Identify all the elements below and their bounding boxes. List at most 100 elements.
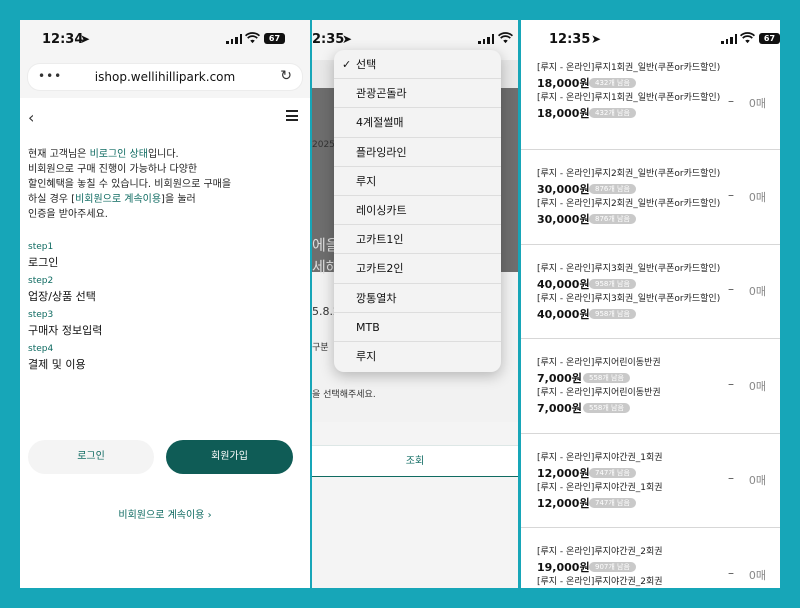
product-select-screen: 2:35 ➤ 2025. 에을 세해 5.8.2 구분 을 선택해주세요. 조회… bbox=[312, 20, 518, 588]
signal-icon bbox=[478, 34, 494, 44]
remaining-badge: 958개 남음 bbox=[589, 308, 636, 319]
quantity-value: 0매 bbox=[748, 96, 766, 110]
option-label: 깡통열차 bbox=[356, 291, 397, 305]
step-number: step2 bbox=[28, 276, 54, 286]
hamburger-menu-icon[interactable] bbox=[286, 110, 298, 121]
option-label: 관광곤돌라 bbox=[356, 87, 407, 101]
dropdown-option[interactable]: 4계절썰매 bbox=[334, 108, 501, 138]
decrease-button[interactable]: – bbox=[728, 94, 734, 108]
category-label: 구분 bbox=[312, 343, 329, 353]
dropdown-option[interactable]: 관광곤돌라 bbox=[334, 79, 501, 109]
battery-icon: 67 bbox=[264, 33, 285, 44]
ticket-name: [루지 - 온라인]루지어린이동반권 bbox=[537, 358, 661, 369]
step-label: 로그인 bbox=[28, 256, 59, 269]
ticket-name: [루지 - 온라인]루지야간권_1회권 bbox=[537, 452, 663, 463]
remaining-badge: 558개 남음 bbox=[583, 373, 630, 384]
remaining-badge: 876개 남음 bbox=[589, 184, 636, 195]
remaining-badge: 558개 남음 bbox=[583, 403, 630, 414]
signal-icon bbox=[721, 34, 737, 44]
step-label: 업장/상품 선택 bbox=[28, 290, 96, 303]
dropdown-option[interactable]: MTB bbox=[334, 313, 501, 342]
ticket-item: [루지 - 온라인]루지1회권_일반(쿠폰or카드할인) 18,000원 432… bbox=[521, 56, 780, 151]
status-bar: 12:34 ➤ 67 bbox=[20, 20, 310, 60]
step-4: step4 결제 및 이용 bbox=[28, 344, 86, 372]
step-label: 구매자 정보입력 bbox=[28, 324, 103, 337]
dropdown-option[interactable]: 고카트2인 bbox=[334, 254, 501, 284]
decrease-button[interactable]: – bbox=[728, 188, 734, 202]
signup-button[interactable]: 회원가입 bbox=[166, 440, 293, 474]
back-chevron-icon[interactable]: ‹ bbox=[28, 108, 34, 127]
login-screen: 12:34 ➤ 67 ••• ishop.wellihillipark.com … bbox=[20, 20, 310, 588]
reload-icon[interactable]: ↻ bbox=[280, 68, 292, 84]
dropdown-option[interactable]: 깡통열차 bbox=[334, 284, 501, 313]
option-label: 선택 bbox=[356, 58, 377, 71]
step-number: step1 bbox=[28, 242, 54, 252]
ticket-price: 40,000원 bbox=[537, 307, 590, 321]
quantity-value: 0매 bbox=[748, 569, 766, 583]
ticket-name: [루지 - 온라인]루지2회권_일반(쿠폰or카드할인) bbox=[537, 169, 721, 180]
notice-text: 입니다. bbox=[147, 149, 179, 160]
ticket-item: [루지 - 온라인]루지야간권_2회권 19,000원 907개 남음 [루지 … bbox=[521, 528, 780, 588]
decrease-button[interactable]: – bbox=[728, 282, 734, 296]
dropdown-option[interactable]: 루지 bbox=[334, 167, 501, 196]
ticket-price: 12,000원 bbox=[537, 496, 590, 510]
ticket-name: [루지 - 온라인]루지3회권_일반(쿠폰or카드할인) bbox=[537, 263, 721, 274]
remaining-badge: 958개 남음 bbox=[589, 278, 636, 289]
signal-icon bbox=[226, 34, 242, 44]
checkmark-icon: ✓ bbox=[342, 58, 352, 71]
dropdown-option[interactable]: ✓ 선택 bbox=[334, 50, 501, 80]
remaining-badge: 747개 남음 bbox=[589, 467, 636, 478]
step-3: step3 구매자 정보입력 bbox=[28, 310, 102, 338]
ticket-name: [루지 - 온라인]루지1회권_일반(쿠폰or카드할인) bbox=[537, 63, 721, 73]
address-bar[interactable]: ••• ishop.wellihillipark.com ↻ bbox=[28, 64, 302, 90]
decrease-button[interactable]: – bbox=[728, 377, 734, 391]
decrease-button[interactable]: – bbox=[728, 471, 734, 485]
wifi-icon bbox=[245, 32, 260, 44]
search-button[interactable]: 조회 bbox=[312, 445, 518, 477]
ticket-price: 18,000원 bbox=[537, 107, 590, 120]
option-label: 레이싱카트 bbox=[356, 203, 407, 217]
ticket-list-screen: 12:35 ➤ 67 [루지 - 온라인]루지1회권_일반(쿠폰or카드할인) … bbox=[521, 20, 780, 588]
category-dropdown[interactable]: ✓ 선택 관광곤돌라 4계절썰매 플라잉라인 루지 레이싱카트 고카트1인 고카트… bbox=[334, 50, 501, 372]
option-label: 루지 bbox=[356, 174, 377, 188]
login-button[interactable]: 로그인 bbox=[28, 440, 154, 474]
battery-icon: 67 bbox=[759, 33, 780, 44]
remaining-badge: 907개 남음 bbox=[589, 561, 636, 572]
ticket-name: [루지 - 온라인]루지2회권_일반(쿠폰or카드할인) bbox=[537, 199, 721, 210]
ticket-price: 30,000원 bbox=[537, 213, 590, 227]
step-number: step3 bbox=[28, 310, 54, 320]
step-label: 결제 및 이용 bbox=[28, 358, 86, 371]
url-text[interactable]: ishop.wellihillipark.com bbox=[28, 70, 302, 84]
option-label: 고카트1인 bbox=[356, 233, 404, 247]
status-time: 12:34 bbox=[42, 32, 84, 47]
continue-as-guest-link[interactable]: 비회원으로 계속이용 › bbox=[20, 506, 310, 521]
guest-notice: 현재 고객님은 비로그인 상태입니다. 비회원으로 구매 진행이 가능하나 다양… bbox=[28, 147, 298, 222]
remaining-badge: 432개 남음 bbox=[589, 78, 636, 88]
option-label: 고카트2인 bbox=[356, 262, 404, 276]
dropdown-option[interactable]: 루지 bbox=[334, 342, 501, 371]
ticket-item: [루지 - 온라인]루지어린이동반권 7,000원 558개 남음 [루지 - … bbox=[521, 339, 780, 434]
option-label: 플라잉라인 bbox=[356, 145, 407, 159]
ticket-price: 40,000원 bbox=[537, 277, 590, 291]
wifi-icon bbox=[740, 32, 755, 44]
notice-status-word: 비로그인 상태 bbox=[89, 149, 148, 160]
wifi-icon bbox=[498, 32, 513, 44]
quantity-value: 0매 bbox=[748, 285, 766, 299]
step-2: step2 업장/상품 선택 bbox=[28, 276, 96, 304]
location-icon: ➤ bbox=[80, 32, 91, 46]
option-label: 4계절썰매 bbox=[356, 116, 404, 130]
notice-text: 현재 고객님은 bbox=[28, 149, 90, 160]
dropdown-option[interactable]: 레이싱카트 bbox=[334, 196, 501, 226]
remaining-badge: 432개 남음 bbox=[589, 108, 636, 118]
ticket-price: 12,000원 bbox=[537, 466, 590, 480]
ticket-list: [루지 - 온라인]루지1회권_일반(쿠폰or카드할인) 18,000원 432… bbox=[521, 56, 780, 588]
ticket-name: [루지 - 온라인]루지어린이동반권 bbox=[537, 388, 661, 399]
status-time: 12:35 bbox=[549, 32, 591, 47]
notice-text: 인증을 받아주세요. bbox=[28, 209, 108, 220]
decrease-button[interactable]: – bbox=[728, 566, 734, 580]
step-1: step1 로그인 bbox=[28, 242, 58, 270]
quantity-value: 0매 bbox=[748, 474, 766, 488]
dropdown-option[interactable]: 플라잉라인 bbox=[334, 138, 501, 167]
dropdown-option[interactable]: 고카트1인 bbox=[334, 225, 501, 255]
ticket-price: 7,000원 bbox=[537, 372, 582, 386]
